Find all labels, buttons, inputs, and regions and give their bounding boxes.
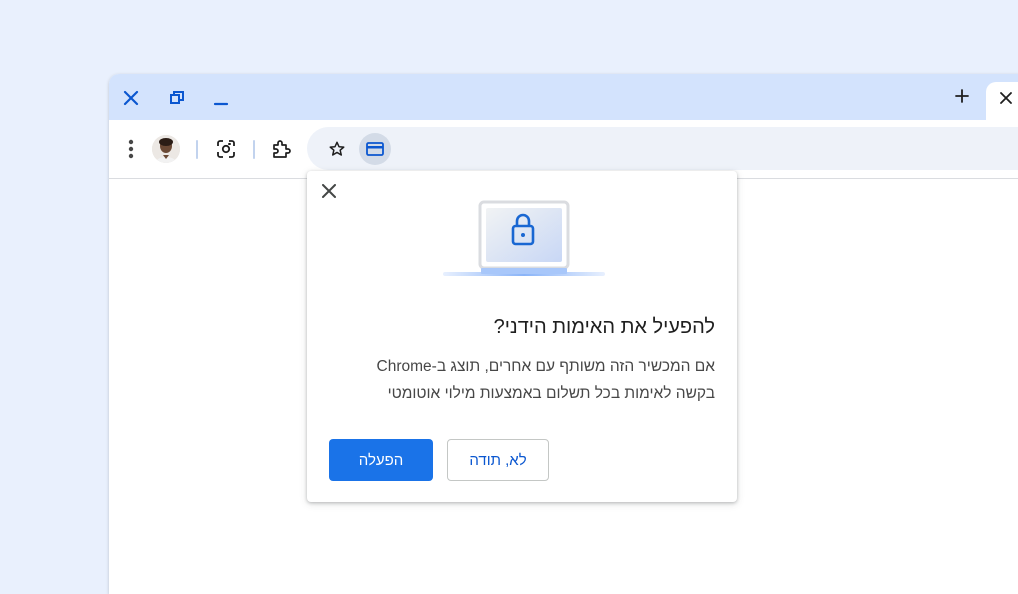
minimize-window-icon[interactable] bbox=[209, 86, 233, 110]
dialog-body-line: אם המכשיר הזה משותף עם אחרים, תוצג ב-Chr… bbox=[376, 358, 715, 375]
close-window-icon[interactable] bbox=[119, 86, 143, 110]
dialog-close-button[interactable] bbox=[319, 183, 339, 203]
more-vert-icon[interactable] bbox=[117, 135, 145, 163]
dialog-body: אם המכשיר הזה משותף עם אחרים, תוצג ב-Chr… bbox=[329, 353, 715, 407]
no-thanks-button[interactable]: לא, תודה bbox=[447, 439, 549, 481]
browser-tab[interactable] bbox=[986, 82, 1018, 120]
google-lens-icon[interactable] bbox=[212, 135, 240, 163]
credit-card-icon[interactable] bbox=[359, 133, 391, 165]
auth-dialog: להפעיל את האימות הידני? אם המכשיר הזה מש… bbox=[307, 171, 737, 502]
restore-window-icon[interactable] bbox=[165, 86, 189, 110]
new-tab-button[interactable] bbox=[950, 86, 974, 110]
dialog-title: להפעיל את האימות הידני? bbox=[493, 316, 715, 338]
title-bar bbox=[109, 74, 1018, 120]
toolbar-separator bbox=[196, 140, 198, 159]
laptop-lock-icon bbox=[441, 200, 607, 280]
enable-button[interactable]: הפעלה bbox=[329, 439, 433, 481]
close-icon bbox=[1000, 91, 1012, 109]
puzzle-icon[interactable] bbox=[267, 135, 295, 163]
dialog-body-line: בקשה לאימות בכל תשלום באמצעות מילוי אוטו… bbox=[387, 385, 715, 402]
omnibox[interactable] bbox=[307, 127, 1018, 170]
toolbar-separator bbox=[253, 140, 255, 159]
profile-avatar[interactable] bbox=[152, 135, 180, 163]
close-icon bbox=[322, 183, 336, 203]
star-icon[interactable] bbox=[321, 133, 353, 165]
tab-close-button[interactable] bbox=[996, 90, 1016, 110]
plus-icon bbox=[955, 88, 969, 108]
